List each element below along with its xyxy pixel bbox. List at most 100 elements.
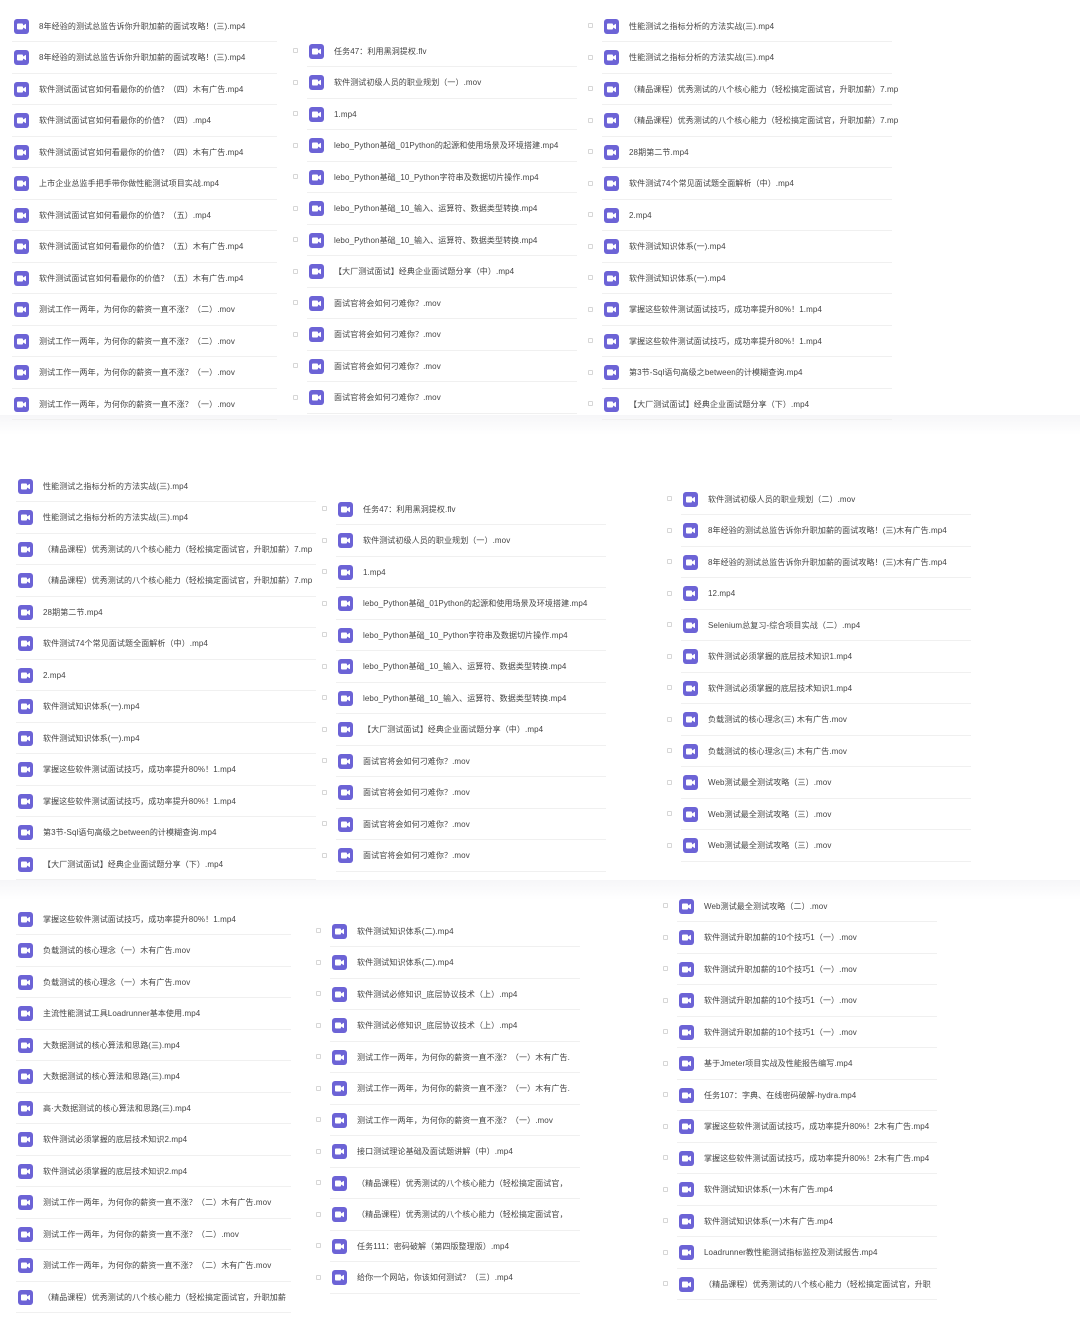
- row-checkbox[interactable]: [667, 496, 672, 501]
- file-list-item[interactable]: 面试官将会如何刁难你？.mov: [332, 842, 612, 870]
- file-list-item[interactable]: 面试官将会如何刁难你？.mov: [332, 747, 612, 775]
- row-checkbox[interactable]: [663, 1123, 668, 1129]
- file-list-item[interactable]: 性能测试之指标分析的方法实战(三).mp4: [12, 472, 322, 500]
- file-list-item[interactable]: 软件测试必修知识_底层协议技术（上）.mp4: [326, 980, 586, 1008]
- row-checkbox[interactable]: [663, 1186, 668, 1192]
- row-checkbox[interactable]: [588, 54, 593, 60]
- row-checkbox[interactable]: [663, 903, 668, 908]
- row-checkbox[interactable]: [316, 1148, 321, 1154]
- row-checkbox[interactable]: [322, 537, 327, 543]
- row-checkbox[interactable]: [667, 779, 672, 785]
- file-list-item[interactable]: Web测试最全测试攻略（二）.mov: [673, 892, 943, 920]
- row-checkbox[interactable]: [588, 243, 593, 249]
- row-checkbox[interactable]: [322, 726, 327, 732]
- file-list-item[interactable]: lebo_Python基础_01Python的起源和使用场景及环境搭建.mp4: [332, 590, 612, 618]
- file-list-item[interactable]: （精品课程）优秀测试的八个核心能力（轻松搞定面试官，升职: [673, 1270, 943, 1298]
- file-list-item[interactable]: Selenium总复习-综合项目实战（二）.mp4: [677, 611, 977, 639]
- file-list-item[interactable]: （精品课程）优秀测试的八个核心能力（轻松搞定面试官，升职加薪）7.mp: [598, 75, 898, 103]
- file-list-item[interactable]: 测试工作一两年，为何你的薪资一直不涨？（二）.mov: [12, 1220, 297, 1248]
- file-list-item[interactable]: 测试工作一两年，为何你的薪资一直不涨？（二）.mov: [8, 327, 283, 355]
- file-list-item[interactable]: 软件测试面试官如何看最你的价值？（五）木有广告.mp4: [8, 264, 283, 292]
- file-list-item[interactable]: （精品课程）优秀测试的八个核心能力（轻松搞定面试官，升职加薪）7.mp: [598, 107, 898, 135]
- row-checkbox[interactable]: [667, 590, 672, 596]
- row-checkbox[interactable]: [588, 401, 593, 406]
- row-checkbox[interactable]: [667, 685, 672, 690]
- file-list-item[interactable]: 掌握这些软件测试面试技巧，成功率提升80%！1.mp4: [12, 905, 297, 933]
- file-list-item[interactable]: 上市企业总监手把手带你做性能测试项目实战.mp4: [8, 170, 283, 198]
- file-list-item[interactable]: 软件测试必须掌握的底层技术知识1.mp4: [677, 674, 977, 702]
- file-list-item[interactable]: 软件测试升职加薪的10个技巧1（一）.mov: [673, 955, 943, 983]
- file-list-item[interactable]: 测试工作一两年，为何你的薪资一直不涨？（二）.mov: [8, 296, 283, 324]
- row-checkbox[interactable]: [293, 205, 298, 211]
- file-list-item[interactable]: 面试官将会如何刁难你？.mov: [303, 321, 583, 349]
- file-list-item[interactable]: 接口测试理论基础及面试题讲解（中）.mp4: [326, 1138, 586, 1166]
- file-list-item[interactable]: lebo_Python基础_10_输入、运算符、数据类型转换.mp4: [303, 195, 583, 223]
- file-list-item[interactable]: 软件测试必须掌握的底层技术知识1.mp4: [677, 643, 977, 671]
- row-checkbox[interactable]: [588, 117, 593, 123]
- file-list-item[interactable]: 软件测试必须掌握的底层技术知识2.mp4: [12, 1126, 297, 1154]
- file-list-item[interactable]: 8年经验的测试总监告诉你升职加薪的面试攻略！(三).mp4: [8, 12, 283, 40]
- file-list-item[interactable]: 测试工作一两年，为何你的薪资一直不涨？（二）木有广告.mov: [12, 1252, 297, 1280]
- file-list-item[interactable]: 面试官将会如何刁难你？.mov: [303, 352, 583, 380]
- file-list-item[interactable]: 8年经验的测试总监告诉你升职加薪的面试攻略！(三)木有广告.mp4: [677, 517, 977, 545]
- file-list-item[interactable]: 软件测试知识体系(一).mp4: [12, 724, 322, 752]
- row-checkbox[interactable]: [322, 506, 327, 511]
- file-list-item[interactable]: Web测试最全测试攻略（三）.mov: [677, 769, 977, 797]
- file-list-item[interactable]: 软件测试知识体系(一).mp4: [12, 693, 322, 721]
- file-list-item[interactable]: 掌握这些软件测试面试技巧，成功率提升80%！1.mp4: [12, 756, 322, 784]
- row-checkbox[interactable]: [322, 789, 327, 795]
- file-list-item[interactable]: 软件测试面试官如何看最你的价值？（四）.mp4: [8, 107, 283, 135]
- file-list-item[interactable]: 软件测试知识体系(一)木有广告.mp4: [673, 1176, 943, 1204]
- row-checkbox[interactable]: [588, 212, 593, 217]
- row-checkbox[interactable]: [663, 1155, 668, 1160]
- row-checkbox[interactable]: [663, 1281, 668, 1286]
- row-checkbox[interactable]: [316, 1211, 321, 1217]
- file-list-item[interactable]: 软件测试升职加薪的10个技巧1（一）.mov: [673, 1018, 943, 1046]
- file-list-item[interactable]: 掌握这些软件测试面试技巧，成功率提升80%！1.mp4: [598, 327, 898, 355]
- file-list-item[interactable]: （精品课程）优秀测试的八个核心能力（轻松搞定面试官，升职加薪）7.mp: [12, 535, 322, 563]
- row-checkbox[interactable]: [293, 300, 298, 305]
- file-list-item[interactable]: 软件测试知识体系(一)木有广告.mp4: [673, 1207, 943, 1235]
- file-list-item[interactable]: 性能测试之指标分析的方法实战(三).mp4: [12, 504, 322, 532]
- file-list-item[interactable]: 基于Jmeter项目实战及性能报告编写.mp4: [673, 1050, 943, 1078]
- file-list-item[interactable]: 测试工作一两年，为何你的薪资一直不涨？（二）木有广告.mov: [12, 1189, 297, 1217]
- file-list-item[interactable]: 软件测试初级人员的职业规划（二）.mov: [677, 485, 977, 513]
- file-list-item[interactable]: 主流性能测试工具Loadrunner基本使用.mp4: [12, 1000, 297, 1028]
- row-checkbox[interactable]: [663, 1218, 668, 1223]
- row-checkbox[interactable]: [293, 237, 298, 242]
- file-list-item[interactable]: 任务111：密码破解（第四版整理版）.mp4: [326, 1232, 586, 1260]
- row-checkbox[interactable]: [663, 966, 668, 971]
- file-list-item[interactable]: 【大厂测试面试】经典企业面试题分享（下）.mp4: [598, 390, 898, 418]
- file-list-item[interactable]: lebo_Python基础_01Python的起源和使用场景及环境搭建.mp4: [303, 132, 583, 160]
- file-list-item[interactable]: 面试官将会如何刁难你？.mov: [303, 384, 583, 412]
- file-list-item[interactable]: 软件测试面试官如何看最你的价值？（五）.mp4: [8, 201, 283, 229]
- file-list-item[interactable]: 软件测试面试官如何看最你的价值？（四）木有广告.mp4: [8, 138, 283, 166]
- row-checkbox[interactable]: [588, 86, 593, 91]
- file-list-item[interactable]: 【大厂测试面试】经典企业面试题分享（中）.mp4: [332, 716, 612, 744]
- file-list-item[interactable]: lebo_Python基础_10_输入、运算符、数据类型转换.mp4: [332, 653, 612, 681]
- row-checkbox[interactable]: [667, 842, 672, 848]
- file-list-item[interactable]: 8年经验的测试总监告诉你升职加薪的面试攻略！(三)木有广告.mp4: [677, 548, 977, 576]
- file-list-item[interactable]: 任务47：利用黑洞提权.flv: [332, 495, 612, 523]
- file-list-item[interactable]: 给你一个网站，你该如何测试？（三）.mp4: [326, 1264, 586, 1292]
- file-list-item[interactable]: 2.mp4: [12, 661, 322, 689]
- file-list-item[interactable]: 软件测试知识体系(一).mp4: [598, 264, 898, 292]
- file-list-item[interactable]: 软件测试初级人员的职业规划（一）.mov: [303, 69, 583, 97]
- row-checkbox[interactable]: [588, 149, 593, 154]
- row-checkbox[interactable]: [316, 991, 321, 996]
- file-list-item[interactable]: 软件测试升职加薪的10个技巧1（一）.mov: [673, 987, 943, 1015]
- row-checkbox[interactable]: [316, 1022, 321, 1028]
- file-list-item[interactable]: 软件测试面试官如何看最你的价值？（五）木有广告.mp4: [8, 233, 283, 261]
- file-list-item[interactable]: 【大厂测试面试】经典企业面试题分享（中）.mp4: [303, 258, 583, 286]
- row-checkbox[interactable]: [667, 527, 672, 533]
- file-list-item[interactable]: 软件测试必修知识_底层协议技术（上）.mp4: [326, 1012, 586, 1040]
- file-list-item[interactable]: 软件测试知识体系(二).mp4: [326, 949, 586, 977]
- file-list-item[interactable]: 掌握这些软件测试面试技巧，成功率提升80%！2木有广告.mp4: [673, 1113, 943, 1141]
- file-list-item[interactable]: 【大厂测试面试】经典企业面试题分享（下）.mp4: [12, 850, 322, 878]
- file-list-item[interactable]: 掌握这些软件测试面试技巧，成功率提升80%！1.mp4: [12, 787, 322, 815]
- file-list-item[interactable]: 2.mp4: [598, 201, 898, 229]
- file-list-item[interactable]: 软件测试知识体系(二).mp4: [326, 917, 586, 945]
- file-list-item[interactable]: 性能测试之指标分析的方法实战(三).mp4: [598, 12, 898, 40]
- row-checkbox[interactable]: [667, 716, 672, 722]
- row-checkbox[interactable]: [293, 174, 298, 179]
